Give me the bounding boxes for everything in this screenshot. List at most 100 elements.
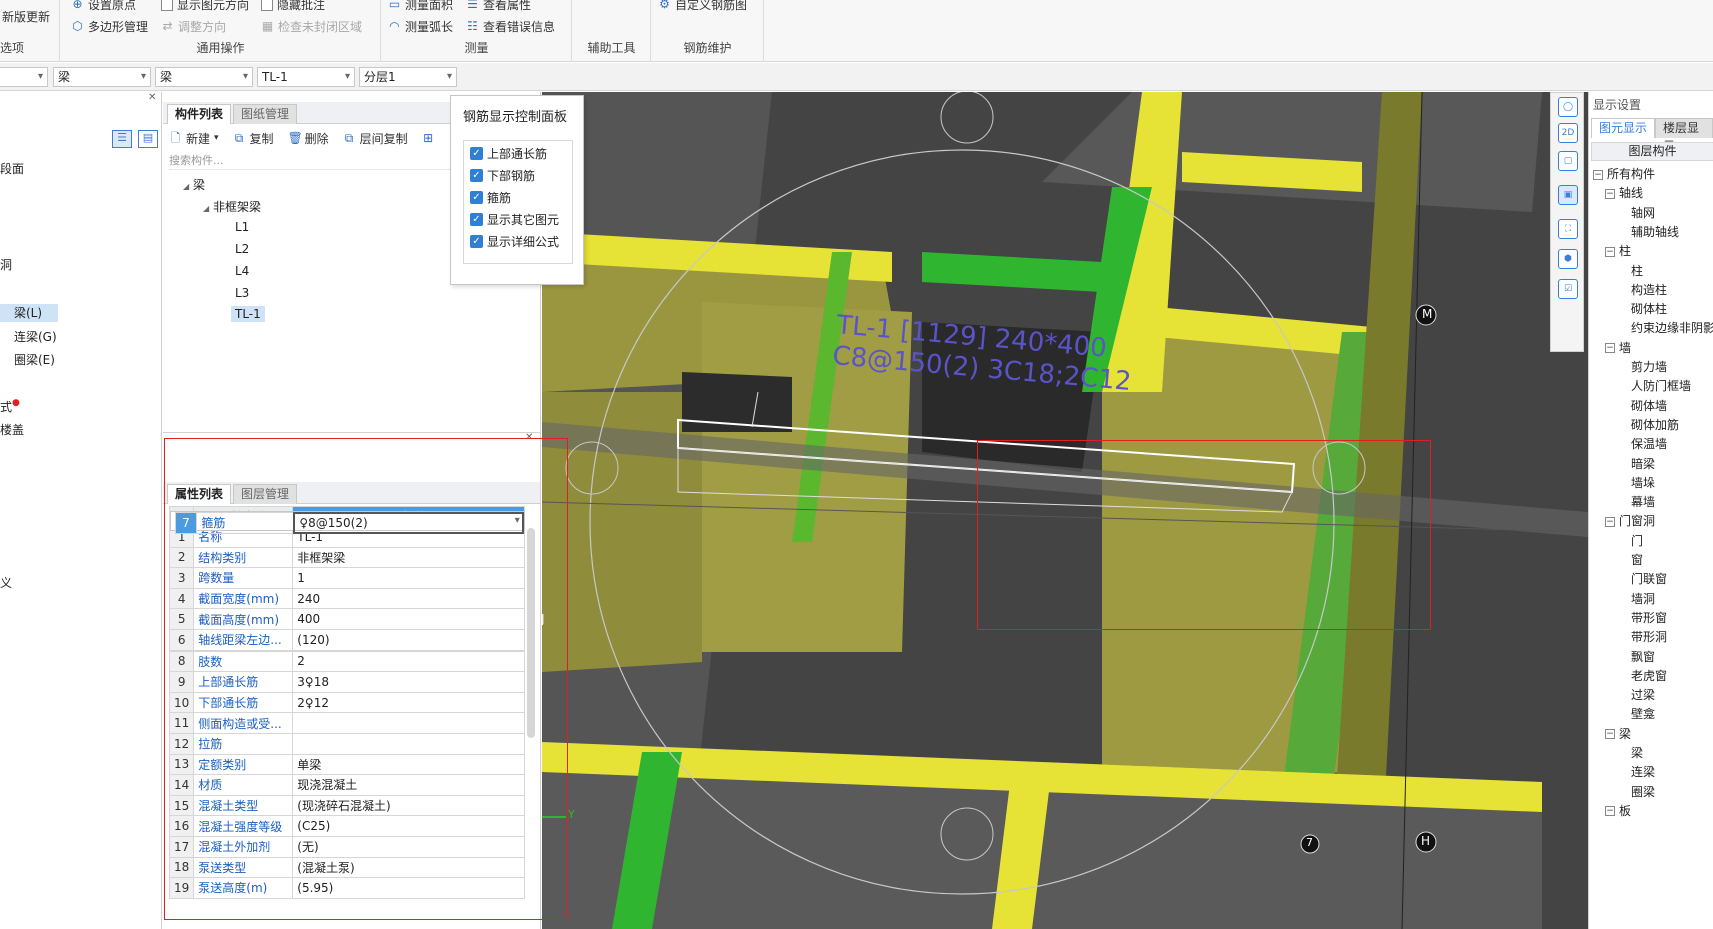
checkbox-detail-formula[interactable]: ✓ 显示详细公式: [470, 233, 559, 250]
nav-item[interactable]: 楼盖: [0, 421, 24, 438]
delete-button[interactable]: 🗑 删除: [288, 130, 329, 147]
display-tree-item[interactable]: 约束边缘非阴影区: [1631, 319, 1713, 336]
display-tree-item[interactable]: 圈梁: [1631, 783, 1655, 800]
display-tree-item[interactable]: 梁: [1631, 744, 1643, 761]
display-tree-item[interactable]: − 梁: [1605, 725, 1631, 742]
collapse-icon[interactable]: −: [1605, 188, 1615, 199]
floor-select[interactable]: [0, 67, 48, 87]
close-icon[interactable]: ✕: [148, 92, 156, 103]
category-select[interactable]: 梁: [53, 67, 151, 87]
nav-item[interactable]: 洞: [0, 256, 12, 273]
display-tree-item[interactable]: 人防门框墙: [1631, 377, 1691, 394]
display-tree-item[interactable]: 门联窗: [1631, 570, 1667, 587]
new-button[interactable]: 🗋 新建 ▾: [169, 130, 219, 147]
ribbon-group-options: 新版更新 选项: [0, 0, 60, 62]
display-tree-item[interactable]: 墙洞: [1631, 590, 1655, 607]
display-tree-item[interactable]: 柱: [1631, 262, 1643, 279]
checkbox-top-rebar[interactable]: ✓ 上部通长筋: [470, 145, 547, 162]
display-tree-item[interactable]: 幕墙: [1631, 493, 1655, 510]
collapse-icon[interactable]: −: [1605, 516, 1615, 527]
display-tree-item[interactable]: 窗: [1631, 551, 1643, 568]
list-view-icon[interactable]: ☰: [112, 130, 132, 148]
display-tree-item[interactable]: 构造柱: [1631, 281, 1667, 298]
tree-leaf[interactable]: L1: [235, 220, 249, 234]
more-icon[interactable]: ⊞: [422, 131, 435, 145]
tab-component-list[interactable]: 构件列表: [167, 104, 232, 124]
display-tree-item[interactable]: − 所有构件: [1593, 165, 1655, 182]
display-tree-item[interactable]: − 板: [1605, 802, 1631, 819]
copy-button[interactable]: ⧉ 复制: [233, 130, 274, 147]
tree-leaf[interactable]: L3: [235, 286, 249, 300]
display-tree-item[interactable]: 剪力墙: [1631, 358, 1667, 375]
adjust-direction-button[interactable]: ⇄ 调整方向: [161, 18, 226, 35]
tree-node-beam[interactable]: ◢ 梁: [183, 176, 205, 193]
display-tree-item[interactable]: 轴网: [1631, 204, 1655, 221]
type-select[interactable]: 梁: [155, 67, 253, 87]
collapse-icon[interactable]: −: [1605, 729, 1615, 740]
display-tree-item[interactable]: 砌体墙: [1631, 397, 1667, 414]
display-tree-item[interactable]: − 墙: [1605, 339, 1631, 356]
view-errors-button[interactable]: ☷ 查看错误信息: [466, 18, 555, 35]
measure-area-button[interactable]: ▭ 测量面积: [388, 0, 453, 13]
cube-view-icon[interactable]: ▢: [1558, 151, 1578, 171]
tree-leaf[interactable]: L2: [235, 242, 249, 256]
update-button[interactable]: 新版更新: [2, 8, 50, 25]
floor-copy-button[interactable]: ⧉ 层间复制: [343, 130, 408, 147]
tree-leaf[interactable]: L4: [235, 264, 249, 278]
nav-item-link-beam[interactable]: 连梁(G): [14, 328, 57, 345]
fit-view-icon[interactable]: ⛶: [1558, 219, 1578, 239]
checkbox-other-elements[interactable]: ✓ 显示其它图元: [470, 211, 559, 228]
cube-solid-icon[interactable]: ▣: [1558, 185, 1578, 205]
tree-leaf-selected[interactable]: TL-1: [231, 306, 265, 322]
detail-view-icon[interactable]: ▤: [138, 130, 158, 148]
display-tree-item[interactable]: 保温墙: [1631, 435, 1667, 452]
set-origin-button[interactable]: ⊕ 设置原点: [71, 0, 136, 13]
collapse-icon[interactable]: −: [1605, 246, 1615, 257]
display-tree-item[interactable]: 暗梁: [1631, 455, 1655, 472]
check-closed-button[interactable]: ▦ 检查未封闭区域: [261, 18, 362, 35]
nav-item[interactable]: 段面: [0, 160, 24, 177]
display-tree-item[interactable]: 辅助轴线: [1631, 223, 1679, 240]
display-tree-item[interactable]: 飘窗: [1631, 648, 1655, 665]
display-tree-item[interactable]: − 轴线: [1605, 184, 1643, 201]
beam-green: [922, 252, 1102, 292]
nav-item-ring-beam[interactable]: 圈梁(E): [14, 351, 55, 368]
checkbox-bottom-rebar[interactable]: ✓ 下部钢筋: [470, 167, 535, 184]
checkbox-stirrup[interactable]: ✓ 箍筋: [470, 189, 511, 206]
show-direction-checkbox[interactable]: 显示图元方向: [161, 0, 249, 13]
display-tree-item[interactable]: 门: [1631, 532, 1643, 549]
display-tree-item[interactable]: − 柱: [1605, 242, 1631, 259]
aux-group-label: 辅助工具: [587, 41, 636, 55]
collapse-icon[interactable]: −: [1605, 806, 1615, 817]
measure-arc-button[interactable]: ◠ 测量弧长: [388, 18, 453, 35]
tree-node-nonframe-beam[interactable]: ◢ 非框架梁: [203, 198, 261, 215]
collapse-icon[interactable]: −: [1605, 343, 1615, 354]
checklist-icon[interactable]: ☑: [1558, 279, 1578, 299]
display-tree-item[interactable]: − 门窗洞: [1605, 512, 1655, 529]
collapse-icon[interactable]: −: [1593, 169, 1603, 180]
view-attr-button[interactable]: ☰ 查看属性: [466, 0, 531, 13]
display-tree-item[interactable]: 连梁: [1631, 763, 1655, 780]
custom-rebar-button[interactable]: ⚙ 自定义钢筋图: [658, 0, 747, 13]
nav-item-beam[interactable]: 梁(L): [0, 304, 58, 322]
display-tree-item[interactable]: 砌体加筋: [1631, 416, 1679, 433]
nav-item[interactable]: 式●: [0, 398, 20, 415]
display-tree-item[interactable]: 墙垛: [1631, 474, 1655, 491]
component-select[interactable]: TL-1: [257, 67, 355, 87]
layer-select[interactable]: 分层1: [359, 67, 457, 87]
polygon-manage-button[interactable]: ⬡ 多边形管理: [71, 18, 148, 35]
display-tree-item[interactable]: 带形洞: [1631, 628, 1667, 645]
hide-annotation-checkbox[interactable]: 隐藏批注: [261, 0, 325, 13]
display-tree-item[interactable]: 过梁: [1631, 686, 1655, 703]
display-tree-item[interactable]: 砌体柱: [1631, 300, 1667, 317]
display-tree-item[interactable]: 老虎窗: [1631, 667, 1667, 684]
tab-floor-display[interactable]: 楼层显示: [1655, 118, 1713, 153]
3d-box-icon[interactable]: ⬢: [1558, 249, 1578, 269]
nav-item[interactable]: 义: [0, 574, 12, 591]
orbit-icon[interactable]: ◯: [1558, 97, 1578, 117]
view-2d-button[interactable]: 2D: [1558, 123, 1578, 143]
display-tree-item[interactable]: 带形窗: [1631, 609, 1667, 626]
tab-drawing-manage[interactable]: 图纸管理: [233, 104, 298, 124]
display-tree-item[interactable]: 壁龛: [1631, 705, 1655, 722]
tab-element-display[interactable]: 图元显示: [1591, 118, 1656, 138]
